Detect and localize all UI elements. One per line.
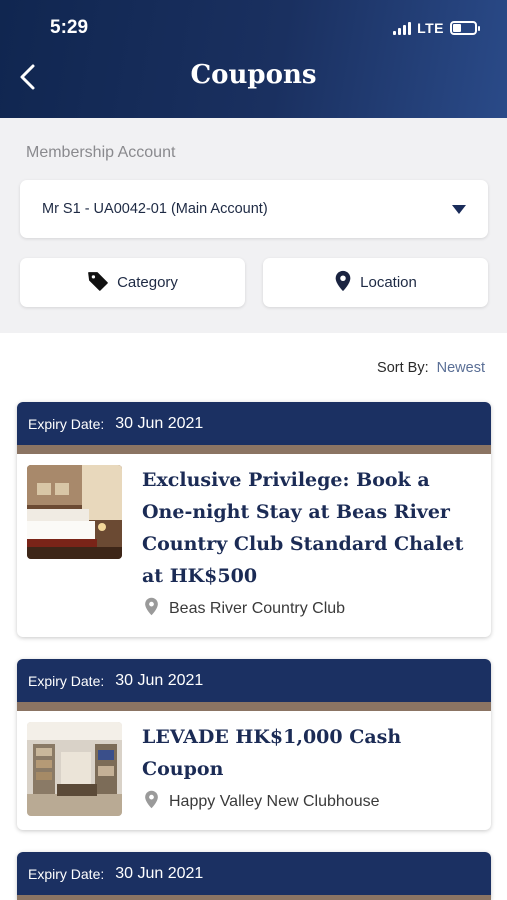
location-text: Beas River Country Club — [169, 600, 346, 617]
coupon-card[interactable]: Expiry Date: 30 Jun 2021 — [17, 852, 491, 900]
tag-icon — [87, 270, 109, 296]
membership-label: Membership Account — [26, 144, 176, 161]
battery-icon — [450, 21, 480, 35]
sort-value[interactable]: Newest — [437, 360, 485, 376]
location-pin-icon — [144, 597, 159, 621]
coupon-expiry-bar: Expiry Date: 30 Jun 2021 — [17, 852, 491, 895]
location-pin-icon — [144, 790, 159, 814]
location-label: Location — [360, 274, 417, 291]
coupon-title: LEVADE HK$1,000 Cash Coupon — [142, 726, 402, 780]
signal-icon — [393, 21, 412, 35]
category-button[interactable]: Category — [20, 258, 245, 307]
sort-label: Sort By: — [377, 360, 429, 376]
app-header: 5:29 LTE Coupons — [0, 0, 507, 118]
filter-panel: Membership Account Mr S1 - UA0042-01 (Ma… — [0, 118, 507, 333]
membership-account-select[interactable]: Mr S1 - UA0042-01 (Main Account) — [20, 180, 488, 238]
account-value: Mr S1 - UA0042-01 (Main Account) — [42, 201, 268, 217]
coupon-band — [17, 895, 491, 900]
network-label: LTE — [417, 20, 444, 36]
status-indicators: LTE — [393, 20, 480, 36]
dropdown-caret-icon — [452, 204, 466, 214]
coupon-band — [17, 702, 491, 711]
coupon-image-hotel-room — [27, 465, 122, 559]
coupon-location: Beas River Country Club — [144, 597, 345, 621]
status-time: 5:29 — [50, 17, 89, 38]
location-pin-icon — [334, 270, 352, 296]
expiry-date: 30 Jun 2021 — [115, 414, 204, 432]
coupon-location: Happy Valley New Clubhouse — [144, 790, 379, 814]
expiry-label: Expiry Date: — [28, 415, 105, 432]
expiry-date: 30 Jun 2021 — [115, 864, 204, 882]
sort-control: Sort By: Newest — [377, 360, 485, 376]
coupon-image-store — [27, 722, 122, 816]
location-text: Happy Valley New Clubhouse — [169, 793, 380, 810]
expiry-label: Expiry Date: — [28, 672, 105, 689]
coupon-title: Exclusive Privilege: Book a One-night St… — [142, 469, 464, 587]
expiry-date: 30 Jun 2021 — [115, 671, 204, 689]
coupon-card[interactable]: Expiry Date: 30 Jun 2021 LEVADE HK$1,000… — [17, 659, 491, 830]
expiry-label: Expiry Date: — [28, 865, 105, 882]
coupon-card[interactable]: Expiry Date: 30 Jun 2021 Exclusive Privi… — [17, 402, 491, 637]
category-label: Category — [117, 274, 178, 291]
location-button[interactable]: Location — [263, 258, 488, 307]
coupon-expiry-bar: Expiry Date: 30 Jun 2021 — [17, 659, 491, 702]
coupon-expiry-bar: Expiry Date: 30 Jun 2021 — [17, 402, 491, 445]
coupon-band — [17, 445, 491, 454]
page-title: Coupons — [190, 60, 317, 90]
